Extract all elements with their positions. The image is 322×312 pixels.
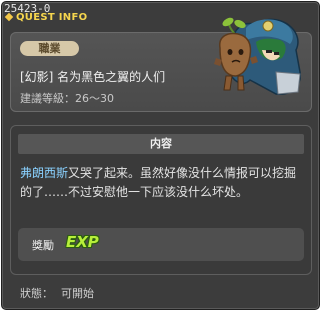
reward-row: 獎勵 EXP bbox=[18, 228, 304, 261]
window-title: QUEST INFO bbox=[16, 12, 88, 23]
recommended-level: 建議等級：26～30 bbox=[20, 90, 114, 106]
quest-name: [幻影] 名为黑色之翼的人们 bbox=[20, 70, 166, 84]
exp-reward-icon[interactable]: EXP bbox=[66, 233, 99, 251]
npc-portrait-image bbox=[214, 17, 301, 95]
content-header: 内容 bbox=[18, 134, 304, 154]
reward-label: 獎勵 bbox=[32, 239, 54, 252]
status-value: 可開始 bbox=[61, 287, 94, 300]
npc-name-highlight: 弗朗西斯 bbox=[20, 166, 69, 180]
level-range: 26～30 bbox=[75, 92, 114, 105]
quest-status: 狀態： 可開始 bbox=[20, 285, 94, 301]
job-badge: 職業 bbox=[20, 41, 79, 56]
status-label: 狀態： bbox=[20, 287, 53, 300]
quest-description: 弗朗西斯又哭了起来。虽然好像没什么情报可以挖掘的了……不过安慰他一下应该没什么坏… bbox=[20, 164, 302, 202]
level-label: 建議等級： bbox=[20, 92, 75, 105]
